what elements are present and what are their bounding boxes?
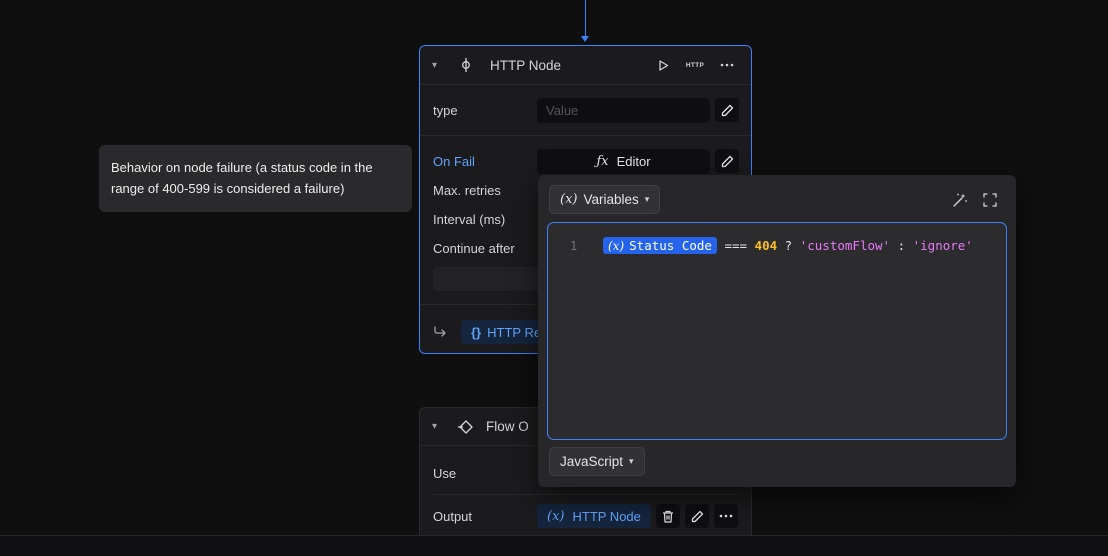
type-input[interactable]: Value (537, 98, 710, 123)
continue-after-label: Continue after (433, 241, 515, 256)
workflow-canvas: ▾ HTTP Node HTTP type Value On Fail ƒx E… (0, 0, 1108, 556)
expand-icon[interactable] (980, 190, 1000, 210)
variable-icon: (x) (547, 508, 565, 524)
status-code-variable-token[interactable]: (x) Status Code (603, 237, 717, 254)
variables-dropdown[interactable]: (x) Variables ▾ (549, 185, 661, 214)
code-operator: ? (777, 238, 800, 253)
delete-button[interactable] (656, 504, 680, 528)
interval-label: Interval (ms) (433, 212, 506, 227)
more-horizontal-icon (719, 514, 733, 518)
http-response-label: HTTP Re (487, 324, 542, 340)
pencil-icon (691, 510, 703, 522)
language-label: JavaScript (560, 454, 624, 469)
http-node-icon (456, 55, 476, 75)
expression-editor-popover: (x) Variables ▾ 1 (x) Status Code === 40… (538, 175, 1016, 487)
section-divider (433, 494, 738, 495)
variables-label: Variables (583, 192, 639, 207)
variable-icon: (x) (608, 238, 625, 253)
variable-icon: (x) (560, 192, 578, 207)
code-number: 404 (754, 238, 778, 253)
code-operator: === (716, 238, 755, 253)
connector-arrow (581, 36, 589, 42)
code-line: (x) Status Code === 404 ? 'customFlow' :… (603, 237, 973, 254)
http-badge[interactable]: HTTP (683, 53, 707, 77)
type-label: type (433, 103, 458, 118)
chevron-down-icon[interactable]: ▾ (432, 60, 448, 71)
type-edit-button[interactable] (715, 98, 739, 122)
language-dropdown[interactable]: JavaScript ▾ (549, 447, 645, 476)
play-icon[interactable] (651, 53, 675, 77)
on-fail-edit-button[interactable] (715, 149, 739, 173)
http-node-title: HTTP Node (490, 57, 562, 73)
section-divider (420, 135, 751, 136)
code-editor[interactable]: 1 (x) Status Code === 404 ? 'customFlow'… (547, 222, 1007, 440)
incoming-connector (585, 0, 586, 38)
output-row: {} HTTP Re (433, 320, 552, 344)
trash-icon (663, 510, 673, 523)
variable-token-label: Status Code (629, 238, 712, 253)
on-fail-editor-button[interactable]: ƒx Editor (537, 149, 710, 174)
on-fail-tooltip: Behavior on node failure (a status code … (99, 145, 412, 212)
line-number: 1 (570, 239, 578, 253)
max-retries-label: Max. retries (433, 183, 501, 198)
on-fail-value: Editor (616, 154, 651, 169)
arrow-right-icon (434, 326, 446, 337)
output-edit-button[interactable] (685, 504, 709, 528)
code-string: 'ignore' (912, 238, 973, 253)
use-label: Use (433, 466, 457, 481)
flow-icon (456, 417, 476, 437)
braces-icon: {} (471, 324, 482, 340)
pencil-icon (721, 155, 733, 167)
chevron-down-icon: ▾ (644, 194, 650, 204)
http-node-header: ▾ HTTP Node HTTP (420, 46, 751, 85)
chevron-down-icon[interactable]: ▾ (432, 421, 448, 432)
output-variable-chip[interactable]: (x) HTTP Node (537, 504, 651, 528)
output-label: Output (433, 509, 473, 524)
pencil-icon (721, 104, 733, 116)
code-string: 'customFlow' (799, 238, 891, 253)
bottom-bar (0, 536, 1108, 556)
magic-wand-icon[interactable] (950, 190, 970, 210)
output-variable-label: HTTP Node (572, 508, 641, 524)
output-more-button[interactable] (714, 504, 738, 528)
function-icon: ƒx (596, 154, 609, 169)
code-operator: : (890, 238, 913, 253)
chevron-down-icon: ▾ (629, 456, 634, 466)
on-fail-label: On Fail (433, 154, 475, 169)
more-horizontal-icon[interactable] (715, 53, 739, 77)
